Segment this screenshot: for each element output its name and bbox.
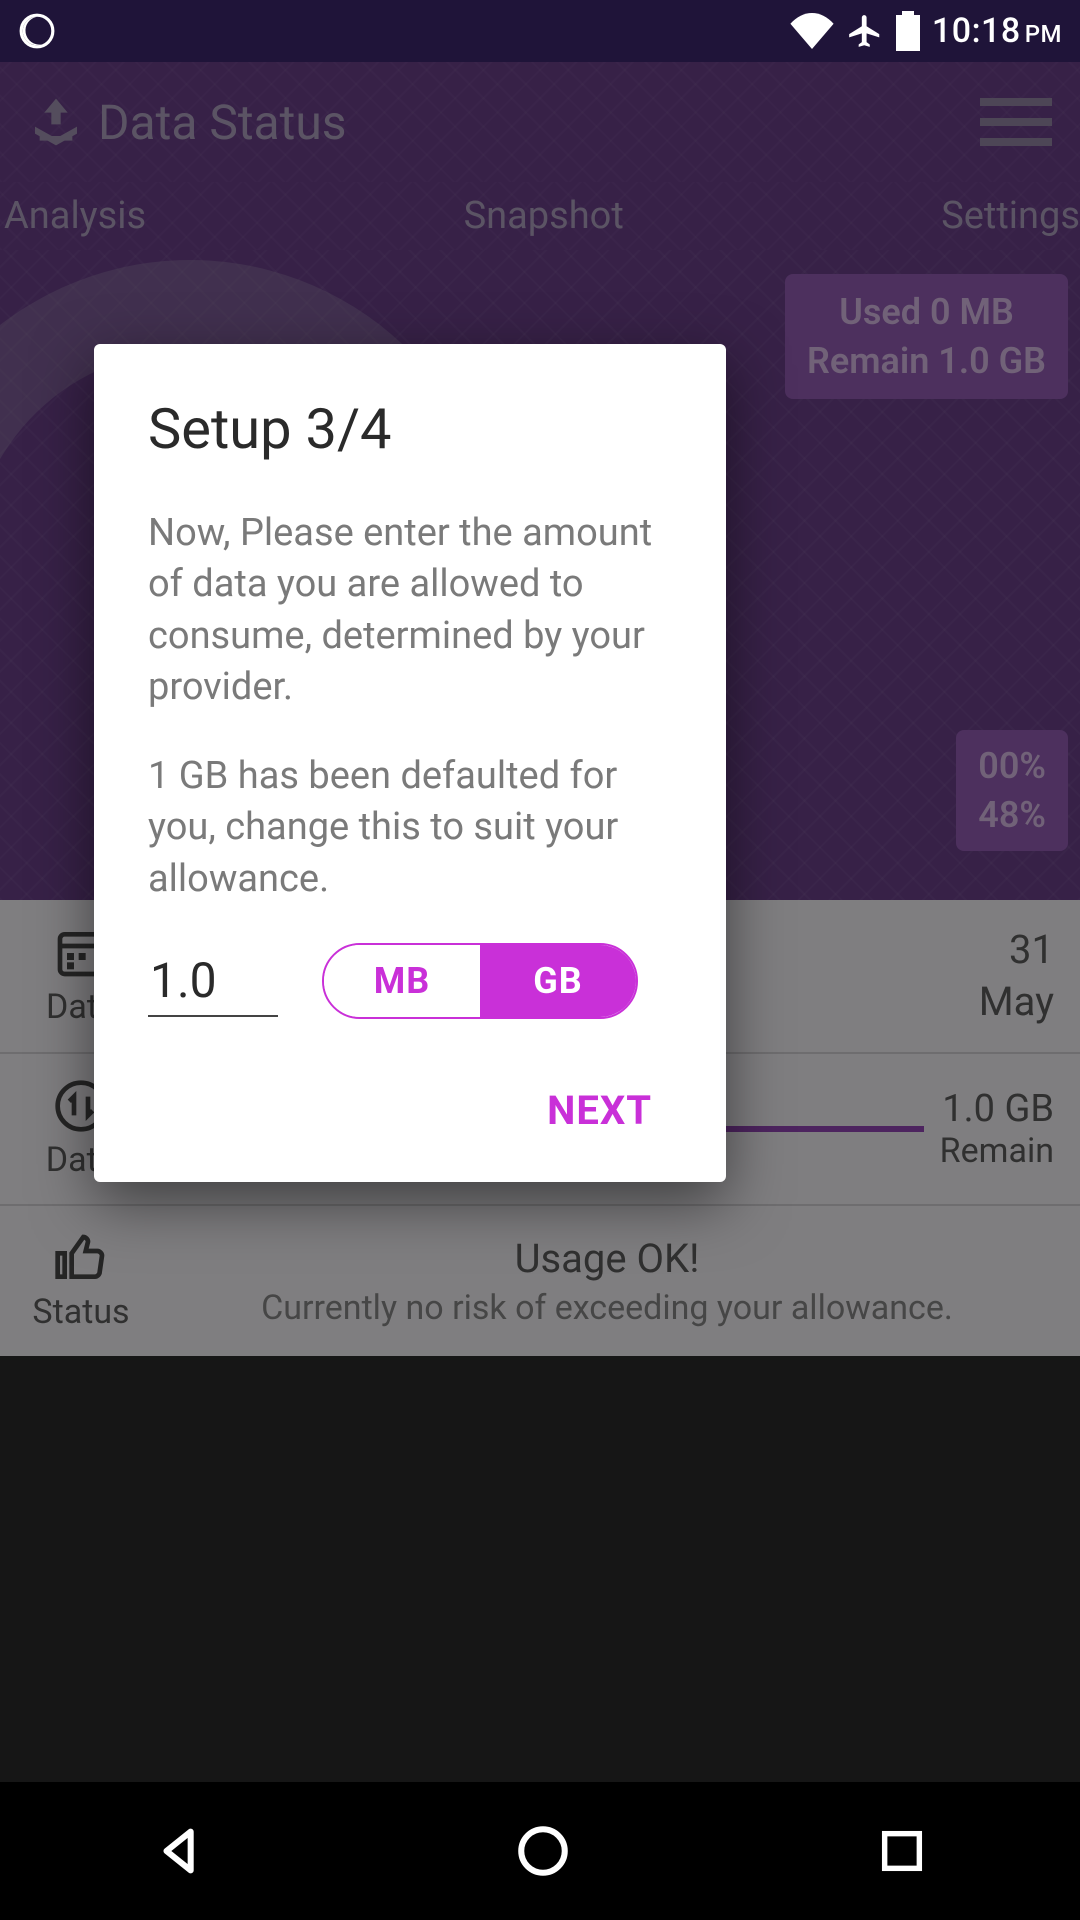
allowance-input[interactable] [148,946,278,1017]
dialog-paragraph-2: 1 GB has been defaulted for you, change … [148,751,672,905]
android-nav-bar [0,1782,1080,1920]
recents-icon[interactable] [876,1825,928,1877]
moon-icon [18,12,56,50]
unit-toggle: MB GB [322,943,638,1019]
back-icon[interactable] [152,1822,210,1880]
status-time: 10:18PM [932,11,1062,51]
dialog-title: Setup 3/4 [148,396,672,462]
home-icon[interactable] [514,1822,572,1880]
unit-gb-button[interactable]: GB [480,945,636,1017]
setup-dialog: Setup 3/4 Now, Please enter the amount o… [94,344,726,1182]
airplane-icon [846,12,884,50]
next-button[interactable]: NEXT [527,1073,672,1148]
battery-icon [896,11,920,51]
unit-mb-button[interactable]: MB [324,945,480,1017]
android-status-bar: 10:18PM [0,0,1080,62]
dialog-paragraph-1: Now, Please enter the amount of data you… [148,508,672,713]
wifi-icon [790,13,834,49]
screen: 10:18PM Data Status Analysis Snapshot Se… [0,0,1080,1920]
